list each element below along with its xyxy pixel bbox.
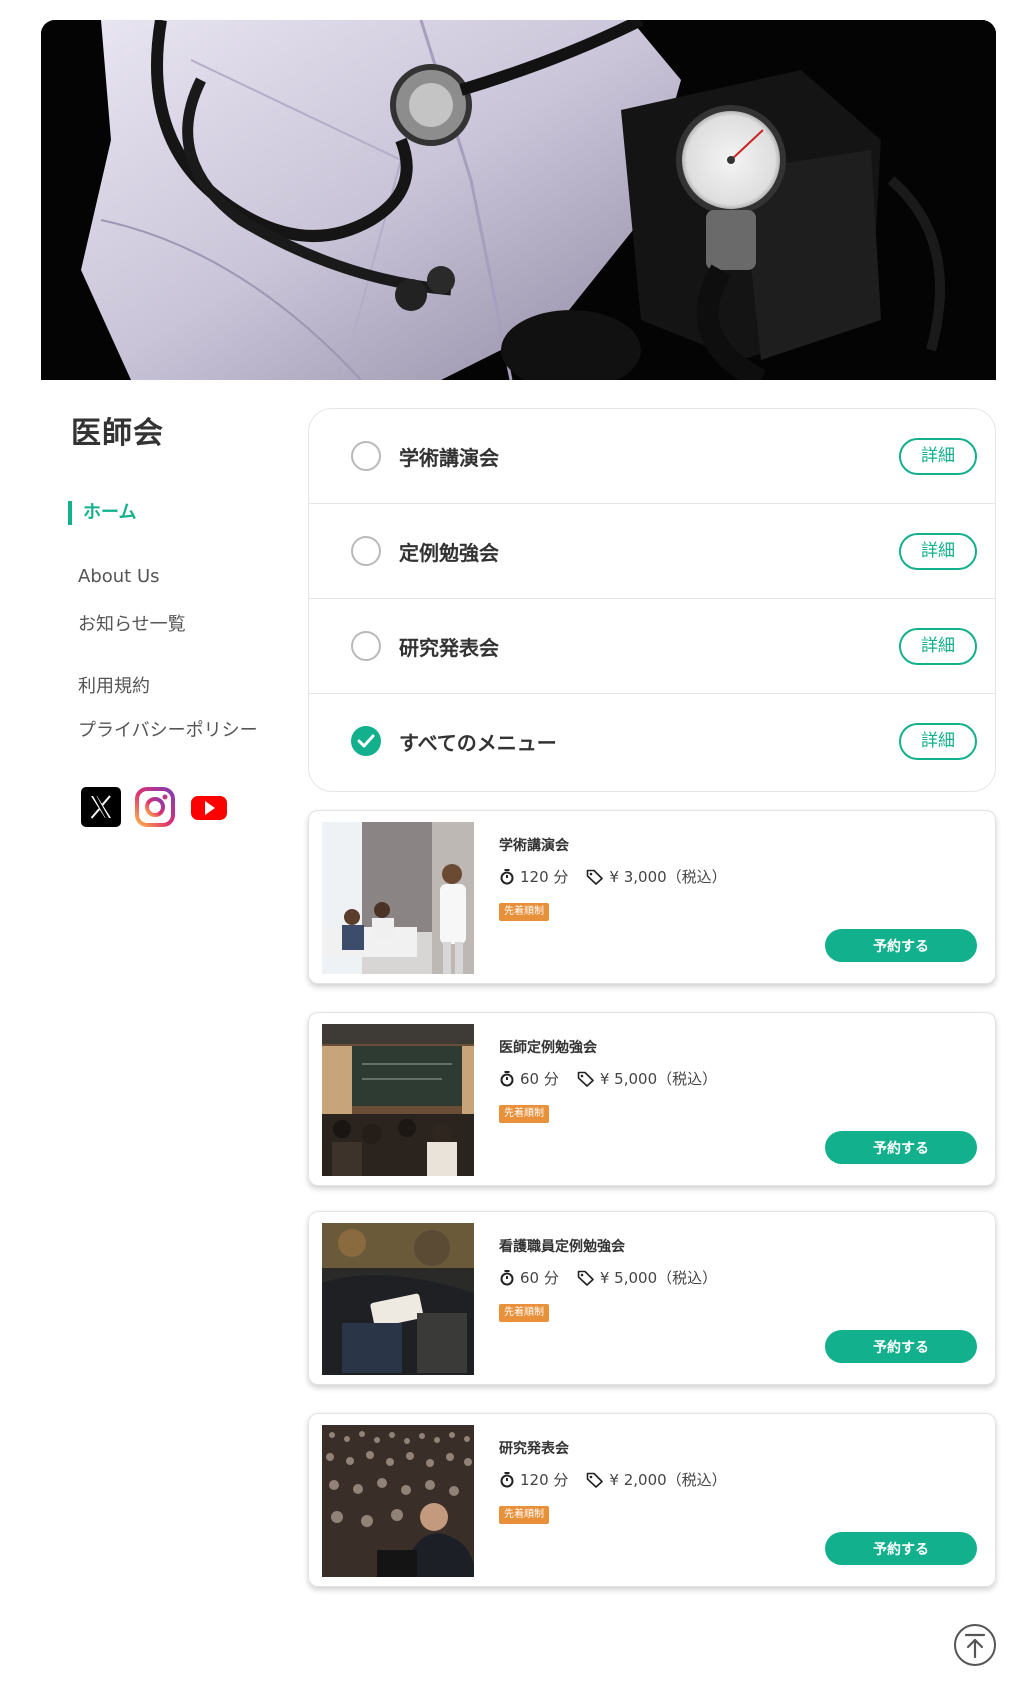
site-title: 医師会	[71, 416, 164, 451]
course-thumbnail	[322, 1223, 474, 1375]
status-badge: 先着順制	[499, 1304, 549, 1322]
course-meta: 60 分 ¥ 5,000（税込）	[499, 1267, 717, 1288]
nav-about-us[interactable]: About Us	[78, 566, 160, 587]
course-meta: 120 分 ¥ 3,000（税込）	[499, 866, 727, 887]
nav-terms[interactable]: 利用規約	[78, 672, 150, 698]
course-title: 看護職員定例勉強会	[499, 1239, 625, 1255]
reserve-button[interactable]: 予約する	[825, 929, 977, 962]
instagram-icon[interactable]	[134, 786, 176, 828]
hero-image	[41, 20, 996, 380]
menu-item-research-presentation[interactable]: 研究発表会 詳細	[309, 599, 995, 694]
radio-icon[interactable]	[351, 631, 381, 661]
price-tag-icon	[587, 869, 604, 885]
status-badge: 先着順制	[499, 1506, 549, 1524]
detail-button[interactable]: 詳細	[899, 438, 977, 475]
reserve-button[interactable]: 予約する	[825, 1330, 977, 1363]
course-price: ¥ 2,000（税込）	[609, 1471, 727, 1489]
nav-privacy-policy[interactable]: プライバシーポリシー	[78, 716, 258, 742]
nav-home[interactable]: ホーム	[68, 501, 136, 525]
menu-item-regular-study[interactable]: 定例勉強会 詳細	[309, 504, 995, 599]
course-card: 看護職員定例勉強会 60 分 ¥ 5,000（税込） 先着順制 予約する	[308, 1211, 996, 1385]
menu-item-all[interactable]: すべてのメニュー 詳細	[309, 694, 995, 789]
reserve-button[interactable]: 予約する	[825, 1131, 977, 1164]
course-duration: 60 分	[520, 1070, 559, 1088]
menu-item-label: 学術講演会	[399, 446, 499, 470]
back-to-top-icon[interactable]	[953, 1623, 997, 1667]
course-card: 学術講演会 120 分 ¥ 3,000（税込） 先着順制 予約する	[308, 810, 996, 984]
category-menu: 学術講演会 詳細 定例勉強会 詳細 研究発表会 詳細 すべてのメニュー 詳細	[308, 408, 996, 792]
menu-item-label: すべてのメニュー	[399, 731, 557, 755]
x-icon[interactable]	[80, 786, 122, 828]
course-thumbnail	[322, 1425, 474, 1577]
radio-icon[interactable]	[351, 536, 381, 566]
menu-item-academic-lecture[interactable]: 学術講演会 詳細	[309, 409, 995, 504]
course-meta: 60 分 ¥ 5,000（税込）	[499, 1068, 717, 1089]
course-meta: 120 分 ¥ 2,000（税込）	[499, 1469, 727, 1490]
course-card: 研究発表会 120 分 ¥ 2,000（税込） 先着順制 予約する	[308, 1413, 996, 1587]
stopwatch-icon	[500, 1071, 514, 1087]
status-badge: 先着順制	[499, 1105, 549, 1123]
youtube-icon[interactable]	[188, 786, 230, 828]
course-thumbnail	[322, 822, 474, 974]
price-tag-icon	[577, 1270, 594, 1286]
stopwatch-icon	[500, 1270, 514, 1286]
course-price: ¥ 3,000（税込）	[609, 868, 727, 886]
course-thumbnail	[322, 1024, 474, 1176]
status-badge: 先着順制	[499, 903, 549, 921]
price-tag-icon	[577, 1071, 594, 1087]
social-links	[80, 786, 230, 828]
detail-button[interactable]: 詳細	[899, 533, 977, 570]
course-duration: 120 分	[520, 868, 569, 886]
course-card: 医師定例勉強会 60 分 ¥ 5,000（税込） 先着順制 予約する	[308, 1012, 996, 1186]
course-title: 医師定例勉強会	[499, 1040, 597, 1056]
check-circle-icon[interactable]	[351, 726, 381, 756]
nav-news-list[interactable]: お知らせ一覧	[78, 610, 186, 636]
course-price: ¥ 5,000（税込）	[599, 1070, 718, 1088]
detail-button[interactable]: 詳細	[899, 723, 977, 760]
course-title: 学術講演会	[499, 838, 569, 854]
price-tag-icon	[587, 1472, 604, 1488]
stopwatch-icon	[500, 869, 514, 885]
course-duration: 60 分	[520, 1269, 559, 1287]
radio-icon[interactable]	[351, 441, 381, 471]
course-price: ¥ 5,000（税込）	[599, 1269, 718, 1287]
course-duration: 120 分	[520, 1471, 569, 1489]
stopwatch-icon	[500, 1472, 514, 1488]
reserve-button[interactable]: 予約する	[825, 1532, 977, 1565]
course-title: 研究発表会	[499, 1441, 569, 1457]
detail-button[interactable]: 詳細	[899, 628, 977, 665]
menu-item-label: 研究発表会	[399, 636, 499, 660]
menu-item-label: 定例勉強会	[399, 541, 499, 565]
